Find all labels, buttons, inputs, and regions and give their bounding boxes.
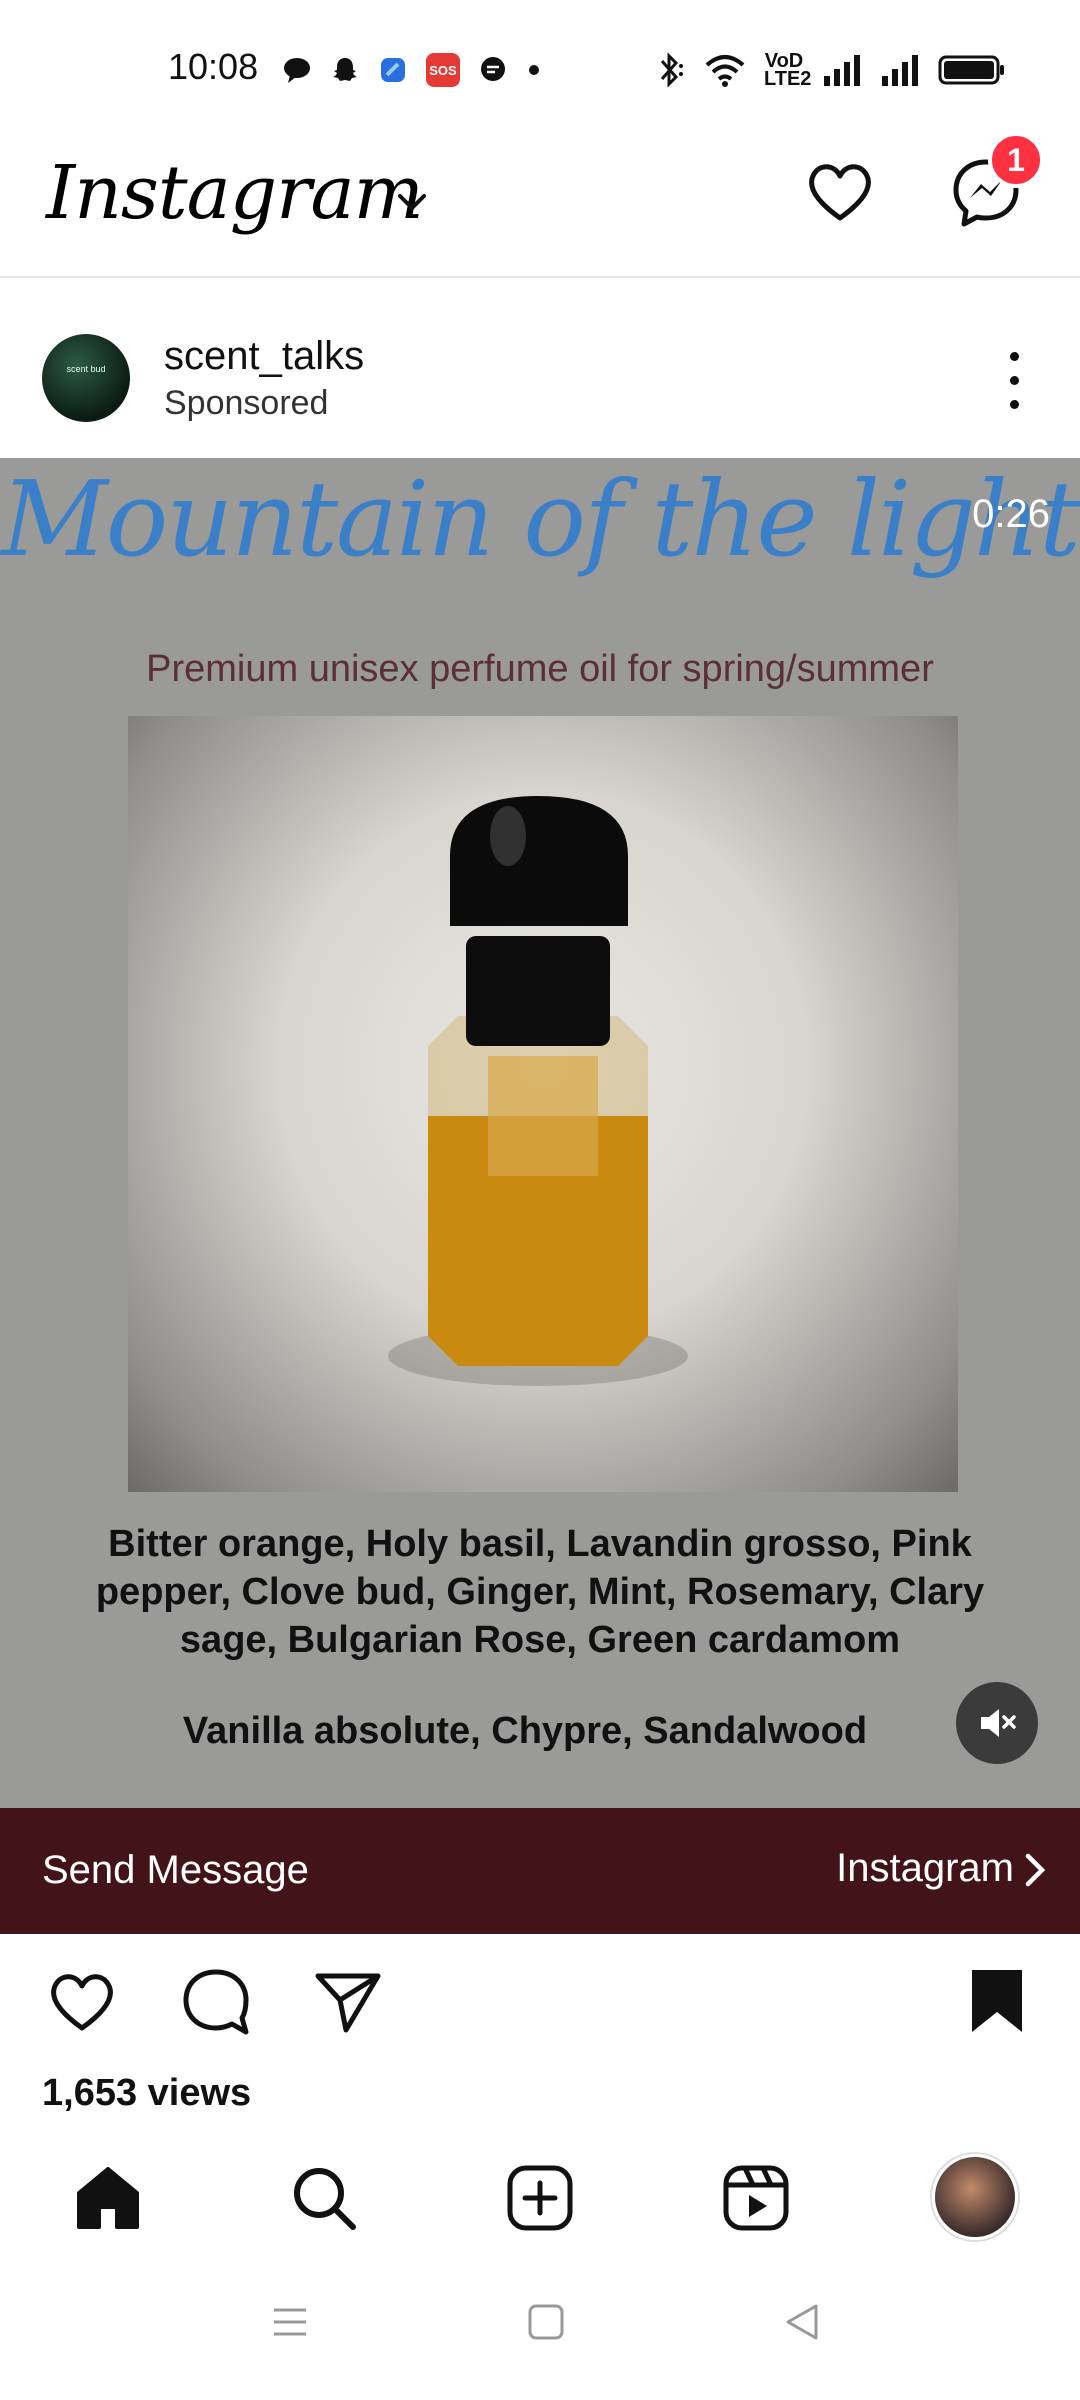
cta-bar[interactable]: Send Message Instagram [0, 1808, 1080, 1934]
message-icon [481, 57, 505, 81]
chat-bubble-icon [284, 58, 310, 83]
system-status-icons: VoD LTE2 [654, 50, 1006, 90]
notes-base: Vanilla absolute, Chypre, Sandalwood [182, 1710, 868, 1752]
sponsored-label: Sponsored [164, 384, 329, 422]
media-tagline: Premium unisex perfume oil for spring/su… [146, 648, 934, 690]
back-system-icon[interactable] [782, 2302, 822, 2342]
like-heart-icon[interactable] [44, 1964, 120, 2040]
bookmark-saved-icon[interactable] [962, 1964, 1032, 2040]
system-navigation-bar [0, 2270, 1080, 2400]
volte-label: VoD LTE2 [764, 50, 812, 90]
bluetooth-icon [660, 52, 683, 88]
post-username[interactable]: scent_talks [164, 334, 364, 379]
sos-badge: SOS [426, 53, 460, 87]
search-icon [294, 2168, 356, 2230]
post-avatar[interactable]: scent bud [42, 334, 130, 422]
messages-badge: 1 [988, 132, 1044, 188]
comment-icon[interactable] [178, 1964, 254, 2040]
notification-icons: SOS [282, 52, 542, 88]
nav-home[interactable] [68, 2158, 148, 2238]
home-icon [77, 2167, 139, 2229]
more-notifications-dot-icon [529, 65, 539, 75]
share-send-icon[interactable] [310, 1964, 386, 2040]
snapchat-icon [333, 58, 357, 81]
speaker-muted-icon [981, 1709, 1016, 1737]
wifi-icon [705, 55, 745, 87]
app-header: Instagram 1 [0, 132, 1080, 278]
post-media[interactable]: Mountain of the light 0:26 Premium unise… [0, 458, 1080, 1808]
avatar-text: scent bud [66, 364, 106, 374]
reels-icon [723, 2165, 789, 2231]
chevron-down-icon[interactable] [392, 182, 432, 222]
home-system-icon[interactable] [526, 2302, 566, 2342]
instagram-logo[interactable]: Instagram [46, 150, 424, 236]
perfume-photo [128, 716, 958, 1492]
battery-icon [938, 55, 1004, 85]
video-duration: 0:26 [972, 492, 1050, 536]
status-bar: 10:08 SOS VoD LTE2 [0, 0, 1080, 140]
nav-profile-avatar[interactable] [932, 2154, 1018, 2240]
send-message-button[interactable]: Send Message [42, 1848, 309, 1893]
post-actions [0, 1934, 1080, 2074]
perfume-bottle-image [388, 796, 688, 1386]
app-icon-blue [381, 58, 405, 82]
mute-toggle-button[interactable] [956, 1682, 1038, 1764]
notes-top-middle: Bitter orange, Holy basil, Lavandin gros… [95, 1523, 985, 1661]
cta-destination[interactable]: Instagram [836, 1846, 1014, 1891]
media-title: Mountain of the light [1, 458, 1080, 580]
more-options-icon[interactable] [1000, 352, 1028, 412]
notifications-heart-icon[interactable] [802, 154, 878, 230]
post-header: scent bud scent_talks Sponsored [0, 278, 1080, 458]
signal-sim2-icon [882, 55, 918, 86]
nav-search[interactable] [284, 2158, 364, 2238]
nav-create[interactable] [500, 2158, 580, 2238]
add-post-icon [507, 2165, 573, 2231]
signal-sim1-icon [824, 55, 860, 86]
views-count: 1,653 views [42, 2072, 252, 2114]
chevron-right-icon[interactable] [1014, 1850, 1054, 1890]
recent-apps-icon[interactable] [270, 2302, 310, 2342]
bottom-navigation [0, 2140, 1080, 2270]
nav-reels[interactable] [716, 2158, 796, 2238]
status-time: 10:08 [168, 46, 259, 87]
